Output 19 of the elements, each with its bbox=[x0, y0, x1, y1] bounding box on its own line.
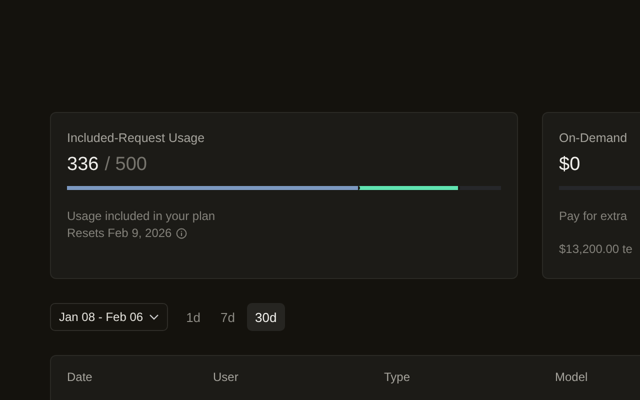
card-note: Usage included in your plan bbox=[67, 209, 216, 223]
card-title: On-Demand bbox=[559, 131, 628, 145]
info-icon[interactable] bbox=[176, 228, 187, 238]
card-note: Pay for extra bbox=[559, 209, 628, 223]
card-note: Resets Feb 9, 2026 bbox=[67, 226, 172, 240]
chevron-icon bbox=[149, 314, 160, 320]
card-note: $13,200.00 te bbox=[559, 242, 632, 256]
usage-total: / 500 bbox=[104, 154, 147, 176]
column-header: Model bbox=[555, 370, 589, 384]
date-range-dropdown[interactable]: Jan 08 - Feb 06 bbox=[50, 303, 168, 331]
column-header: Type bbox=[384, 370, 412, 384]
usage-value: $0 bbox=[559, 154, 580, 176]
column-header: User bbox=[213, 370, 240, 384]
range-tab[interactable]: 7d bbox=[212, 303, 243, 331]
usage-value: 336 bbox=[67, 154, 99, 176]
card-title: Included-Request Usage bbox=[67, 131, 206, 145]
range-tab[interactable]: 30d bbox=[247, 303, 285, 331]
range-tab[interactable]: 1d bbox=[178, 303, 209, 331]
column-header: Date bbox=[67, 370, 94, 384]
